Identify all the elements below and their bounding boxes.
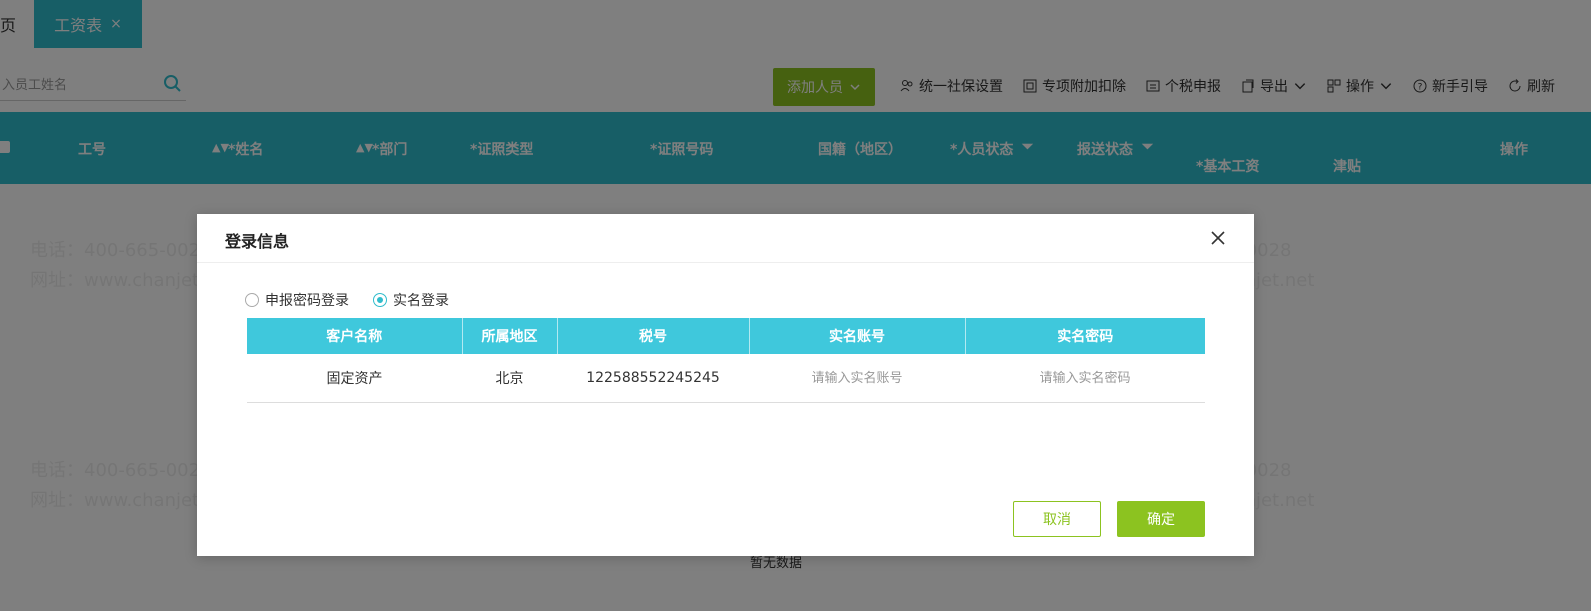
login-table: 客户名称 所属地区 税号 实名账号 实名密码 固定资产 北京 122588552… bbox=[247, 318, 1205, 403]
cell-password bbox=[965, 354, 1205, 403]
cell-region: 北京 bbox=[462, 354, 557, 403]
close-icon[interactable] bbox=[1210, 230, 1226, 246]
radio-circle[interactable] bbox=[245, 293, 259, 307]
cell-customer: 固定资产 bbox=[247, 354, 462, 403]
column-real-account: 实名账号 bbox=[749, 318, 966, 354]
radio-label: 实名登录 bbox=[393, 293, 449, 309]
real-password-input[interactable] bbox=[988, 363, 1182, 393]
radio-circle-checked[interactable] bbox=[373, 293, 387, 307]
table-header-row: 客户名称 所属地区 税号 实名账号 实名密码 bbox=[247, 318, 1205, 354]
table-row: 固定资产 北京 122588552245245 bbox=[247, 354, 1205, 403]
login-info-dialog: 登录信息 申报密码登录 实名登录 客户名称 所属地区 税号 实名账号 实名密码 bbox=[197, 214, 1254, 556]
column-tax-no: 税号 bbox=[557, 318, 750, 354]
real-account-input[interactable] bbox=[760, 363, 954, 393]
radio-real-name[interactable]: 实名登录 bbox=[373, 290, 449, 310]
cell-tax-no: 122588552245245 bbox=[557, 354, 749, 403]
confirm-button[interactable]: 确定 bbox=[1117, 501, 1205, 537]
dialog-header: 登录信息 bbox=[197, 214, 1254, 263]
cell-account bbox=[749, 354, 965, 403]
cancel-button[interactable]: 取消 bbox=[1013, 501, 1101, 537]
column-real-password: 实名密码 bbox=[965, 318, 1205, 354]
column-customer-name: 客户名称 bbox=[247, 318, 463, 354]
radio-declare-password[interactable]: 申报密码登录 bbox=[245, 290, 349, 310]
column-region: 所属地区 bbox=[462, 318, 558, 354]
login-mode-radio-group: 申报密码登录 实名登录 bbox=[245, 290, 449, 310]
dialog-title: 登录信息 bbox=[225, 232, 290, 251]
radio-label: 申报密码登录 bbox=[265, 293, 349, 309]
